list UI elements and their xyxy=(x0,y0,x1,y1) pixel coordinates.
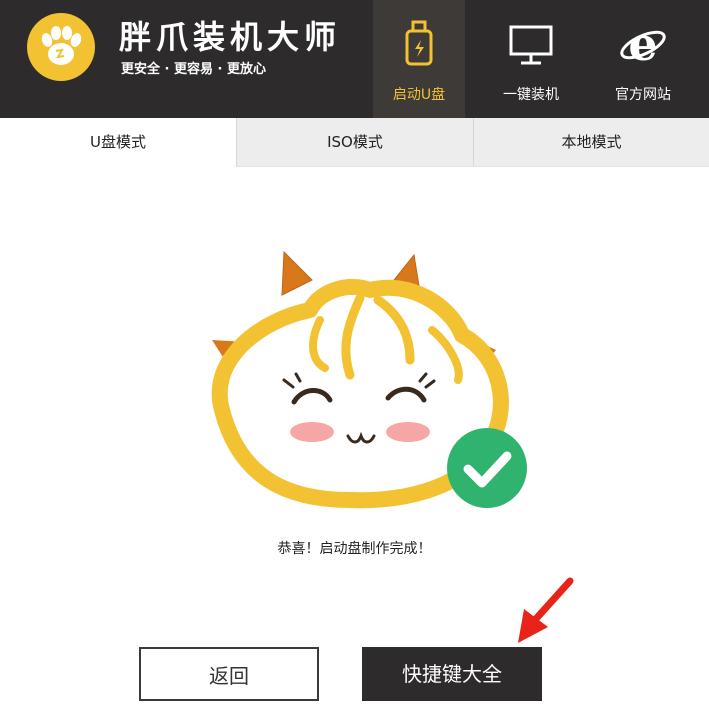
tab-usb-mode[interactable]: U盘模式 xyxy=(0,118,236,167)
nav-official-site-label: 官方网站 xyxy=(615,87,671,103)
nav-one-click-install[interactable]: 一键装机 xyxy=(485,0,577,118)
back-button[interactable]: 返回 xyxy=(139,647,319,701)
app-title: 胖爪装机大师 xyxy=(119,18,342,56)
nav-boot-usb-label: 启动U盘 xyxy=(392,87,446,103)
tab-usb-mode-label: U盘模式 xyxy=(90,133,146,151)
success-check-icon xyxy=(447,428,527,508)
ie-browser-icon: e xyxy=(618,17,668,72)
monitor-icon xyxy=(506,18,556,72)
mascot-success-image xyxy=(200,250,540,524)
mode-tabs: U盘模式 ISO模式 本地模式 xyxy=(0,118,709,167)
tab-local-mode[interactable]: 本地模式 xyxy=(474,118,709,166)
nav-official-site[interactable]: e 官方网站 xyxy=(597,0,689,118)
svg-text:e: e xyxy=(628,18,657,68)
annotation-arrow-icon xyxy=(508,575,578,654)
app-header: 胖爪装机大师 更安全 · 更容易 · 更放心 启动U盘 一键装机 e 官方网站 xyxy=(0,0,709,118)
usb-drive-icon xyxy=(399,18,439,72)
tab-local-mode-label: 本地模式 xyxy=(561,133,622,151)
tab-iso-mode[interactable]: ISO模式 xyxy=(237,118,473,166)
paw-logo-icon xyxy=(27,13,95,81)
success-message: 恭喜！启动盘制作完成！ xyxy=(277,541,432,557)
shortcut-keys-button[interactable]: 快捷键大全 xyxy=(362,647,542,701)
tab-iso-mode-label: ISO模式 xyxy=(327,133,383,151)
nav-one-click-install-label: 一键装机 xyxy=(503,87,559,103)
nav-boot-usb[interactable]: 启动U盘 xyxy=(373,0,465,118)
app-slogan: 更安全 · 更容易 · 更放心 xyxy=(121,62,266,77)
